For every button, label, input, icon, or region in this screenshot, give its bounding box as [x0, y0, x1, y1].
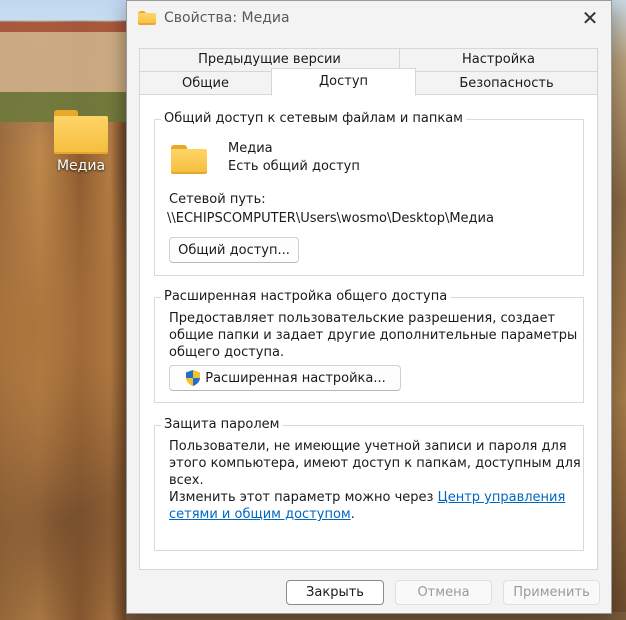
desktop-folder-label: Медиа: [56, 158, 106, 174]
tab-security[interactable]: Безопасность: [415, 71, 598, 95]
network-path-label: Сетевой путь:: [169, 192, 266, 207]
shared-folder-icon: [171, 145, 207, 174]
password-change-prefix: Изменить этот параметр можно через: [169, 490, 438, 505]
password-protection-group-title: Защита паролем: [161, 417, 283, 432]
password-desc-3: всех.: [169, 473, 204, 488]
close-icon[interactable]: ✕: [575, 5, 605, 31]
advanced-share-desc-3: общего доступа.: [169, 345, 285, 360]
network-share-group-title: Общий доступ к сетевым файлам и папкам: [161, 111, 466, 126]
close-button[interactable]: Закрыть: [286, 580, 384, 605]
network-share-group: Общий доступ к сетевым файлам и папкам М…: [154, 111, 584, 276]
shared-folder-name: Медиа: [228, 141, 273, 156]
advanced-share-desc-2: общие папки и задает другие дополнительн…: [169, 328, 578, 343]
title-bar[interactable]: Свойства: Медиа ✕: [127, 1, 611, 35]
folder-icon: [54, 110, 108, 154]
properties-dialog: Свойства: Медиа ✕ Предыдущие версии Наст…: [126, 0, 612, 614]
password-desc-2: этого компьютера, имеют доступ к папкам,…: [169, 456, 581, 471]
background-buildings: [0, 22, 130, 122]
tab-general[interactable]: Общие: [139, 71, 272, 95]
share-status: Есть общий доступ: [228, 159, 360, 174]
share-button[interactable]: Общий доступ...: [169, 237, 299, 263]
cancel-button[interactable]: Отмена: [395, 580, 492, 605]
password-protection-group: Защита паролем Пользователи, не имеющие …: [154, 417, 584, 551]
uac-shield-icon: [186, 370, 201, 386]
advanced-share-group: Расширенная настройка общего доступа Пре…: [154, 289, 584, 403]
password-change-text: Изменить этот параметр можно через Центр…: [169, 489, 565, 506]
advanced-sharing-button-label: Расширенная настройка...: [205, 370, 386, 386]
network-center-link-2[interactable]: сетями и общим доступом: [169, 507, 351, 522]
title-folder-icon: [138, 11, 156, 25]
tab-sharing[interactable]: Доступ: [271, 68, 416, 96]
password-change-line-2: сетями и общим доступом.: [169, 506, 355, 523]
network-path-value: \\ECHIPSCOMPUTER\Users\wosmo\Desktop\Мед…: [167, 211, 494, 226]
advanced-share-group-title: Расширенная настройка общего доступа: [161, 289, 451, 304]
sharing-tab-panel: Общий доступ к сетевым файлам и папкам М…: [139, 94, 598, 570]
password-desc-1: Пользователи, не имеющие учетной записи …: [169, 439, 567, 454]
desktop-folder-media[interactable]: Медиа: [48, 110, 114, 174]
advanced-sharing-button[interactable]: Расширенная настройка...: [169, 365, 401, 391]
tab-customize[interactable]: Настройка: [399, 48, 598, 72]
dialog-title: Свойства: Медиа: [164, 10, 290, 26]
network-center-link-1[interactable]: Центр управления: [438, 490, 566, 505]
apply-button[interactable]: Применить: [503, 580, 600, 605]
advanced-share-desc-1: Предоставляет пользовательские разрешени…: [169, 311, 556, 326]
password-trailing-dot: .: [350, 507, 355, 522]
